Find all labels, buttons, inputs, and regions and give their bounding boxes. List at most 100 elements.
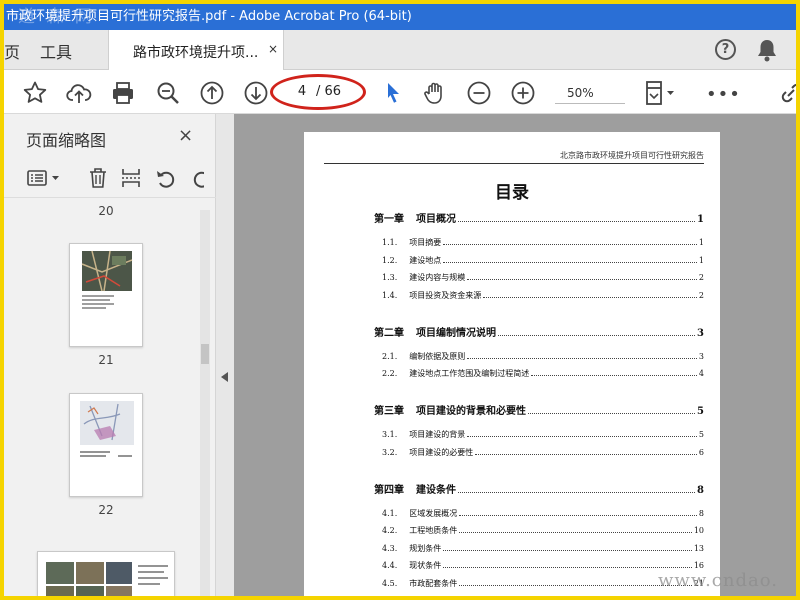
thumbnail-page-23[interactable] — [37, 551, 175, 596]
toc-entry-title: 工程地质条件 — [409, 526, 458, 535]
toc-entry-title: 项目摘要 — [409, 238, 442, 247]
thumbnail-list: 20 21 22 — [4, 199, 200, 596]
panel-toolbar — [4, 158, 216, 198]
page-thumbnails-panel: 页面缩略图 × 20 21 22 — [4, 114, 216, 596]
panel-close-icon[interactable]: × — [178, 125, 193, 146]
toc-entry-title: 项目编制情况说明 — [416, 327, 496, 339]
toc-entry-title: 项目建设的背景和必要性 — [416, 406, 526, 417]
toc-leader-dots — [443, 261, 697, 263]
title-bar: 市政环境提升项目可行性研究报告.pdf - Adobe Acrobat Pro … — [4, 4, 796, 30]
toc-leader-dots — [458, 491, 696, 493]
toc-entry-number: 1.3. — [382, 273, 398, 282]
toc-leader-dots — [483, 296, 697, 298]
help-icon[interactable]: ? — [715, 39, 736, 60]
toc-section-row[interactable]: 2.1. 编制依据及原则 3 — [374, 351, 704, 362]
toc-section-row[interactable]: 4.2. 工程地质条件 10 — [374, 525, 704, 536]
thumbnail-photo-image — [46, 562, 168, 596]
link-icon[interactable] — [778, 80, 796, 106]
collapse-arrow-icon[interactable] — [221, 372, 228, 382]
print-icon[interactable] — [110, 80, 136, 106]
toc-leader-dots — [531, 375, 697, 376]
select-cursor-icon[interactable] — [380, 80, 406, 106]
thumbnail-page-21[interactable] — [69, 243, 143, 347]
toc-entry-number: 3.1. — [382, 430, 398, 439]
toc-section-row[interactable]: 1.2. 建设地点 1 — [374, 255, 704, 266]
toc-chapter-row[interactable]: 第二章 项目编制情况说明 3 — [374, 324, 704, 339]
thumbnail-options-icon[interactable] — [26, 166, 62, 190]
toc-entry-number: 第二章 — [374, 327, 404, 339]
toc-section-row[interactable]: 2.2. 建设地点工作范围及编制过程简述 4 — [374, 368, 704, 379]
toc-entry-number: 4.2. — [382, 526, 398, 535]
toc-chapter-row[interactable]: 第一章 项目概况 1 — [374, 210, 704, 225]
site-watermark: www.cndao. — [658, 570, 778, 591]
toc-section-row[interactable]: 1.4. 项目投资及资金来源 2 — [374, 290, 704, 301]
next-page-icon[interactable] — [243, 80, 269, 106]
toc-chapter-row[interactable]: 第三章 项目建设的背景和必要性 5 — [374, 402, 704, 417]
toc-entry-page: 5 — [698, 430, 704, 439]
zoom-in-icon[interactable] — [510, 80, 536, 106]
toc-entry-title: 建设地点工作范围及编制过程简述 — [409, 369, 530, 378]
prev-page-icon[interactable] — [199, 80, 225, 106]
tab-document-label: 路市政环境提升项... — [133, 45, 259, 61]
toc-entry-page: 1 — [697, 214, 704, 225]
toc-entry-title: 编制依据及原则 — [409, 351, 466, 361]
toc-section-row[interactable]: 4.4. 现状条件 16 — [374, 560, 704, 571]
scrollbar-thumb[interactable] — [201, 344, 209, 364]
toc-entry-page: 1 — [698, 255, 704, 265]
tab-home[interactable]: 页 — [4, 39, 20, 63]
thumbnail-scrollbar[interactable] — [200, 210, 210, 596]
toc-entry-number: 3.2. — [382, 447, 398, 457]
toc-leader-dots — [467, 357, 697, 359]
toc-entry-page: 3 — [697, 327, 704, 339]
toc-leader-dots — [443, 549, 692, 551]
toc-entry-title: 项目投资及资金来源 — [409, 290, 482, 300]
tab-tools[interactable]: 工具 — [40, 39, 72, 63]
toc-entry-page: 10 — [693, 526, 704, 535]
fit-page-icon[interactable] — [644, 80, 678, 106]
delete-icon[interactable] — [86, 166, 110, 190]
tab-document[interactable]: 路市政环境提升项... × — [108, 30, 284, 70]
extract-icon[interactable] — [119, 166, 143, 190]
toc-leader-dots — [443, 244, 697, 245]
toc-entry-page: 13 — [693, 543, 704, 553]
toc-section-row[interactable]: 3.2. 项目建设的必要性 6 — [374, 447, 704, 458]
toc-leader-dots — [475, 453, 697, 455]
toc-entry-number: 2.1. — [382, 351, 398, 361]
toc-entry-page: 8 — [697, 484, 704, 496]
thumbnail-page-number: 22 — [98, 503, 114, 517]
toc-leader-dots — [459, 584, 692, 586]
thumbnail-page-22[interactable] — [69, 393, 143, 497]
toc-entry-number: 1.1. — [382, 238, 398, 247]
toc-entry-number: 4.1. — [382, 508, 398, 518]
toc-section-row[interactable]: 1.1. 项目摘要 1 — [374, 237, 704, 248]
toc-section-row[interactable]: 4.1. 区域发展概况 8 — [374, 508, 704, 519]
toc-section-row[interactable]: 3.1. 项目建设的背景 5 — [374, 429, 704, 440]
toc-section-row[interactable]: 4.5. 市政配套条件 21 — [374, 578, 704, 589]
toc-entry-page: 8 — [698, 508, 704, 518]
tab-close-icon[interactable]: × — [268, 42, 278, 56]
zoom-search-icon[interactable] — [155, 80, 181, 106]
zoom-out-icon[interactable] — [466, 80, 492, 106]
toc-entry-page: 16 — [693, 561, 704, 570]
toc-entry-title: 建设地点 — [409, 255, 442, 265]
bell-icon[interactable] — [756, 38, 778, 62]
toc-section-row[interactable]: 1.3. 建设内容与规模 2 — [374, 272, 704, 283]
document-view: 北京路市政环境提升项目可行性研究报告 目录 第一章 项目概况 1 1.1. 项目摘要 1 1… — [234, 114, 796, 596]
toc-chapter-row[interactable]: 第四章 建设条件 8 — [374, 481, 704, 496]
toc-entry-number: 4.3. — [382, 543, 398, 553]
star-icon[interactable] — [22, 80, 48, 106]
panel-title: 页面缩略图 — [26, 131, 107, 150]
toc-entry-page: 3 — [698, 351, 704, 361]
more-icon[interactable]: ••• — [706, 84, 741, 105]
cloud-upload-icon[interactable] — [66, 80, 92, 106]
toc-entry-number: 第三章 — [374, 406, 404, 417]
acrobat-window: 市政环境提升项目可行性研究报告.pdf - Adobe Acrobat Pro … — [4, 4, 796, 596]
zoom-level-select[interactable]: 50% — [555, 82, 625, 104]
toc-section-row[interactable]: 4.3. 规划条件 13 — [374, 543, 704, 554]
toc-entry-number: 第四章 — [374, 484, 404, 496]
panel-splitter[interactable] — [216, 114, 234, 596]
toc-title: 目录 — [495, 183, 529, 203]
undo-icon[interactable] — [154, 166, 178, 190]
redo-icon[interactable] — [190, 166, 204, 190]
hand-tool-icon[interactable] — [422, 80, 448, 106]
